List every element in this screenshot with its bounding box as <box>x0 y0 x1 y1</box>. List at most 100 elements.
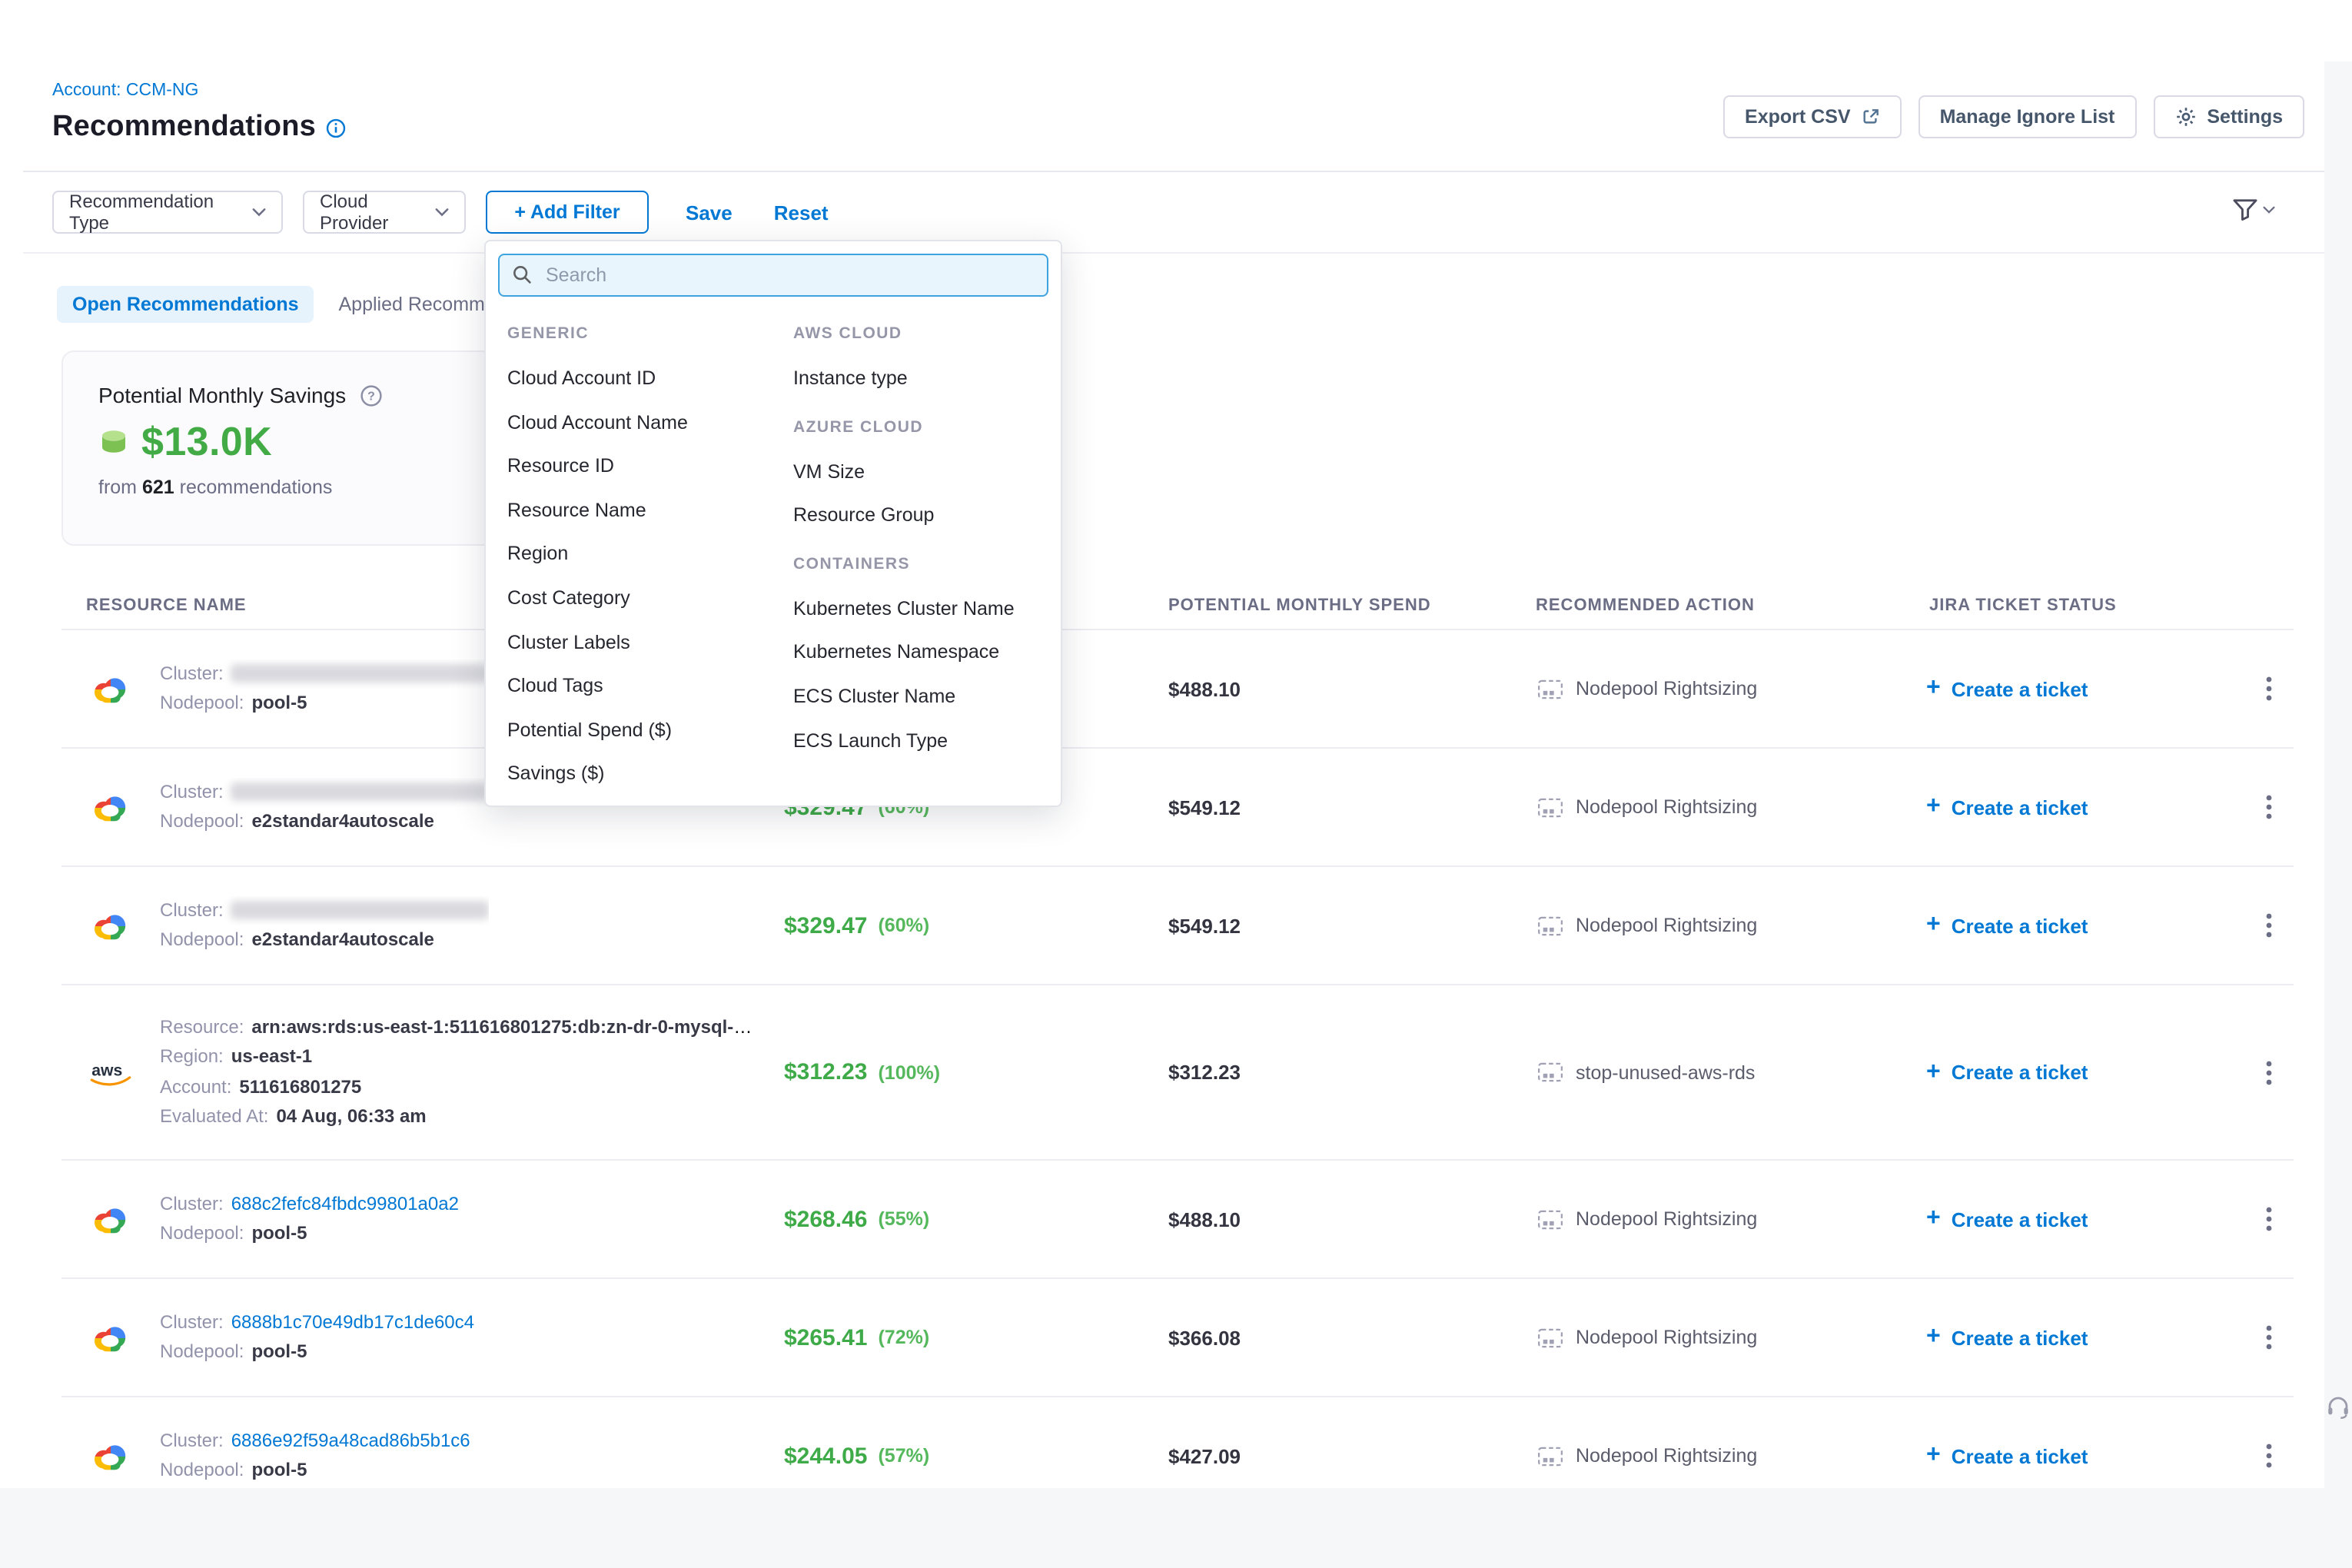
create-ticket-label: Create a ticket <box>1952 677 2088 700</box>
filter-menu-item[interactable]: Resource Group <box>793 493 1051 537</box>
create-ticket-button[interactable]: + Create a ticket <box>1926 1443 2088 1468</box>
add-filter-button[interactable]: + Add Filter <box>486 191 649 234</box>
monthly-spend-amount: $488.10 <box>1168 677 1241 700</box>
filter-menu-item[interactable]: Cost Category <box>507 576 793 620</box>
create-ticket-button[interactable]: +Create a ticket <box>1926 1207 2088 1231</box>
create-ticket-button[interactable]: + Create a ticket <box>1926 795 2088 819</box>
filter-menu-item[interactable]: ECS Cluster Name <box>793 675 1051 719</box>
recommended-action-label: Nodepool Rightsizing <box>1576 678 1757 699</box>
row-menu-kebab-icon[interactable] <box>2261 1202 2277 1236</box>
create-ticket-button[interactable]: +Create a ticket <box>1926 676 2088 701</box>
filter-menu-item[interactable]: Resource Name <box>507 489 793 533</box>
savings-subtitle-suffix: recommendations <box>180 477 333 498</box>
cloud-provider-dropdown[interactable]: Cloud Provider <box>303 191 466 234</box>
filter-menu-column-generic: GENERICCloud Account IDCloud Account Nam… <box>507 312 793 796</box>
filter-menu-item[interactable]: ECS Launch Type <box>793 719 1051 762</box>
row-menu-kebab-icon[interactable] <box>2261 909 2277 942</box>
resource-field-label: Nodepool: <box>160 1222 244 1244</box>
row-menu-kebab-icon[interactable] <box>2261 1321 2277 1354</box>
recommendation-row: Cluster:Nodepool:e2standar4autoscale$329… <box>61 867 2294 985</box>
cluster-id-link[interactable]: 6888b1c70e49db17c1de60c4 <box>231 1311 474 1332</box>
page-gutter-right <box>2324 61 2352 1488</box>
filter-menu-item[interactable]: Region <box>507 533 793 576</box>
page-gutter-bottom <box>0 1488 2352 1568</box>
recommendation-row: Cluster: 688c2fefc84fbdc99801a0a2 Nodepool… <box>61 1161 2294 1279</box>
resource-field-value: pool-5 <box>251 1222 307 1244</box>
monthly-spend-amount: $549.12 <box>1168 914 1241 937</box>
row-menu-kebab-icon[interactable] <box>2261 1055 2277 1089</box>
create-ticket-button[interactable]: +Create a ticket <box>1926 913 2088 938</box>
monthly-spend-amount: $488.10 <box>1168 1208 1241 1231</box>
settings-button[interactable]: Settings <box>2153 95 2304 138</box>
tab-open-recommendations[interactable]: Open Recommendations <box>57 286 314 323</box>
resource-field-label: Cluster: <box>160 780 224 802</box>
row-menu-kebab-icon[interactable] <box>2261 1439 2277 1473</box>
plus-icon: + <box>1926 1325 1941 1350</box>
filter-menu-item[interactable]: Cluster Labels <box>507 620 793 664</box>
row-menu-kebab-icon[interactable] <box>2261 672 2277 706</box>
column-header-recommended-action[interactable]: RECOMMENDED ACTION <box>1536 584 1755 629</box>
save-filter-link[interactable]: Save <box>686 201 733 224</box>
column-header-jira-ticket-status[interactable]: JIRA TICKET STATUS <box>1929 584 2117 629</box>
column-header-resource-name[interactable]: RESOURCE NAME <box>86 584 247 629</box>
create-ticket-label: Create a ticket <box>1952 1061 2088 1084</box>
resource-field-label: Evaluated At: <box>160 1105 268 1127</box>
plus-icon: + <box>1926 1443 1941 1468</box>
plus-icon: + <box>1926 913 1941 938</box>
cluster-id-link[interactable]: 6886e92f59a48cad86b5b1c6 <box>231 1429 470 1450</box>
create-ticket-label: Create a ticket <box>1952 1444 2088 1467</box>
recommendation-type-icon <box>1537 1062 1563 1082</box>
monthly-spend-amount: $549.12 <box>1168 796 1241 819</box>
create-ticket-label: Create a ticket <box>1952 796 2088 819</box>
external-link-icon <box>1862 108 1880 126</box>
filter-panel-toggle[interactable] <box>2232 198 2275 221</box>
resource-field-value: 511616801275 <box>239 1075 361 1097</box>
create-ticket-button[interactable]: + Create a ticket <box>1926 1325 2088 1350</box>
filter-menu-item[interactable]: VM Size <box>793 450 1051 493</box>
table-header-row: RESOURCE NAME POTENTIAL MONTHLY SPEND RE… <box>61 584 2294 629</box>
gcp-logo-icon <box>91 909 131 942</box>
page-title: Recommendations <box>52 111 316 145</box>
filter-menu-column-cloud: AWS CLOUDInstance typeAZURE CLOUDVM Size… <box>793 312 1051 796</box>
create-ticket-button[interactable]: +Create a ticket <box>1926 1060 2088 1085</box>
resource-field-label: Nodepool: <box>160 1459 244 1480</box>
filter-menu-item[interactable]: Kubernetes Namespace <box>793 631 1051 675</box>
recommendation-type-dropdown[interactable]: Recommendation Type <box>52 191 283 234</box>
plus-icon: + <box>1926 795 1941 819</box>
recommendation-type-icon <box>1537 1209 1563 1229</box>
manage-ignore-list-button[interactable]: Manage Ignore List <box>1918 95 2137 138</box>
recommendation-row: Cluster:Nodepool:pool-5$488.10Nodepool R… <box>61 630 2294 749</box>
recommendation-type-icon <box>1537 797 1563 817</box>
filter-menu-section-azure-cloud: AZURE CLOUD <box>793 405 1051 450</box>
cluster-id-link[interactable]: 688c2fefc84fbdc99801a0a2 <box>231 1192 459 1214</box>
filter-menu-item[interactable]: Cloud Account Name <box>507 400 793 444</box>
add-filter-dropdown-menu: GENERICCloud Account IDCloud Account Nam… <box>484 240 1062 807</box>
reset-filter-link[interactable]: Reset <box>774 201 829 224</box>
filter-search-input[interactable] <box>498 254 1048 297</box>
savings-amount: $268.46 <box>784 1206 867 1232</box>
resource-field-label: Nodepool: <box>160 692 244 713</box>
savings-percent: (72%) <box>878 1327 929 1348</box>
help-headset-icon[interactable] <box>2324 1393 2352 1420</box>
row-menu-kebab-icon[interactable] <box>2261 790 2277 824</box>
plus-icon: + <box>1926 1207 1941 1231</box>
resource-field-label: Cluster: <box>160 1192 224 1214</box>
filter-menu-item[interactable]: Potential Spend ($) <box>507 709 793 752</box>
filter-menu-item[interactable]: Resource ID <box>507 444 793 488</box>
resource-field-value: pool-5 <box>251 1340 307 1362</box>
filter-menu-item[interactable]: Savings ($) <box>507 752 793 796</box>
filter-menu-item[interactable]: Kubernetes Cluster Name <box>793 587 1051 631</box>
column-header-potential-monthly-spend[interactable]: POTENTIAL MONTHLY SPEND <box>1168 584 1431 629</box>
filter-menu-item[interactable]: Cloud Account ID <box>507 357 793 400</box>
filter-menu-item[interactable]: Instance type <box>793 357 1051 400</box>
info-icon[interactable] <box>327 118 347 138</box>
monthly-spend-amount: $312.23 <box>1168 1061 1241 1084</box>
resource-field-value: us-east-1 <box>231 1045 312 1067</box>
export-csv-button[interactable]: Export CSV <box>1723 95 1902 138</box>
resource-field-value: e2standar4autoscale <box>251 929 434 950</box>
create-ticket-label: Create a ticket <box>1952 1326 2088 1349</box>
help-circle-icon[interactable]: ? <box>360 384 383 407</box>
account-breadcrumb-link[interactable]: Account: CCM-NG <box>52 81 198 100</box>
filter-menu-item[interactable]: Cloud Tags <box>507 664 793 708</box>
recommendation-row: Cluster:6888b1c70e49db17c1de60c4Nodepool… <box>61 1279 2294 1397</box>
